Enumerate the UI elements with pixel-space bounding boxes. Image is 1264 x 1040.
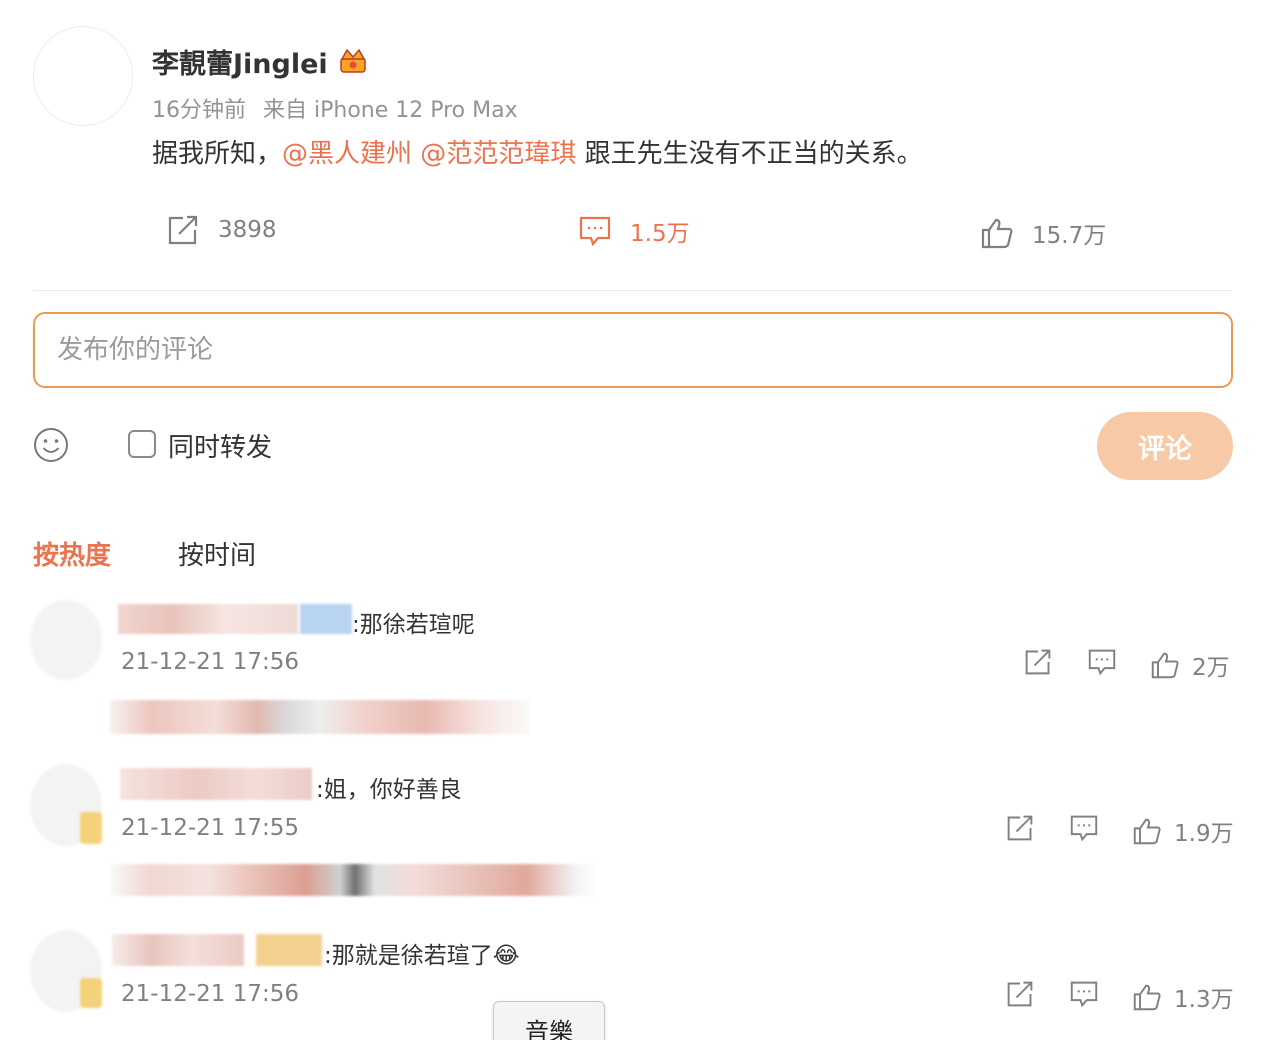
comment-icon (1070, 815, 1098, 842)
post-source: 来自 iPhone 12 Pro Max (263, 98, 518, 123)
mention-link[interactable]: @范范范瑋琪 (420, 139, 576, 169)
comment-time: 21-12-21 17:56 (121, 649, 299, 675)
music-tooltip[interactable]: 音樂 (493, 1001, 605, 1040)
repost-icon (1007, 815, 1033, 841)
submit-comment-button[interactable]: 评论 (1097, 412, 1233, 480)
post-text: 据我所知，@黑人建州 @范范范瑋琪 跟王先生没有不正当的关系。 (152, 133, 923, 170)
thumbs-up-icon (1133, 818, 1161, 845)
commenter-avatar[interactable] (30, 600, 102, 680)
comment-like-button[interactable]: 1.3万 (1132, 980, 1234, 1014)
comment-text: :姐，你好善良 (316, 777, 462, 803)
comment-count: 1.5万 (630, 221, 690, 247)
author-name[interactable]: 李靚蕾Jinglei (152, 42, 328, 81)
commenter-name[interactable] (120, 768, 312, 800)
post-meta: 16分钟前 来自 iPhone 12 Pro Max (152, 92, 518, 124)
thumbs-up-icon (1133, 984, 1161, 1011)
reply-preview[interactable] (110, 864, 600, 896)
repost-button[interactable]: 3898 (166, 214, 277, 246)
commenter-name[interactable] (118, 604, 298, 634)
post-text-suffix: 跟王先生没有不正当的关系。 (576, 139, 923, 169)
mention-link[interactable]: @黑人建州 (282, 139, 412, 169)
repost-icon (168, 215, 198, 245)
comment-reply-button[interactable] (1087, 648, 1129, 676)
author-avatar[interactable] (33, 26, 133, 126)
comment-reply-button[interactable] (1069, 980, 1111, 1008)
comment-repost-button[interactable] (1023, 648, 1065, 676)
comment-like-button[interactable]: 1.9万 (1132, 814, 1234, 848)
comment-icon (579, 216, 611, 247)
also-repost-label[interactable]: 同时转发 (168, 427, 272, 464)
comment-like-count: 2万 (1192, 655, 1230, 681)
repost-icon (1007, 981, 1033, 1007)
repost-count: 3898 (218, 217, 277, 243)
comment-time: 21-12-21 17:56 (121, 981, 299, 1007)
post-text-prefix: 据我所知， (152, 139, 283, 169)
also-repost-checkbox[interactable] (128, 430, 156, 458)
post-time: 16分钟前 (152, 98, 246, 123)
thumbs-up-icon (1151, 652, 1179, 679)
commenter-badge (80, 812, 102, 844)
commenter-name[interactable] (112, 934, 244, 966)
emoji-icon[interactable] (33, 427, 69, 463)
comment-repost-button[interactable] (1005, 980, 1047, 1008)
like-count: 15.7万 (1032, 223, 1107, 249)
comment-like-count: 1.9万 (1174, 821, 1234, 847)
commenter-badge (300, 604, 352, 634)
reply-preview[interactable] (110, 700, 530, 734)
comment-icon (1070, 981, 1098, 1008)
comment-reply-button[interactable] (1069, 814, 1111, 842)
comment-icon (1088, 649, 1116, 676)
tab-sort-time[interactable]: 按时间 (178, 535, 256, 572)
repost-icon (1025, 649, 1051, 675)
vip-crown-icon (340, 48, 366, 73)
comment-text: :那徐若瑄呢 (352, 612, 475, 638)
divider (33, 290, 1232, 291)
thumbs-up-icon (981, 218, 1013, 249)
comment-text: :那就是徐若瑄了😂 (324, 943, 520, 969)
comment-input[interactable] (33, 312, 1233, 388)
commenter-badge (256, 934, 322, 966)
comment-like-count: 1.3万 (1174, 987, 1234, 1013)
comment-repost-button[interactable] (1005, 814, 1047, 842)
commenter-badge (80, 978, 102, 1008)
comment-button[interactable]: 1.5万 (578, 214, 690, 248)
like-button[interactable]: 15.7万 (980, 216, 1106, 250)
comment-time: 21-12-21 17:55 (121, 815, 299, 841)
tab-sort-hot[interactable]: 按热度 (33, 535, 111, 572)
comment-like-button[interactable]: 2万 (1150, 648, 1230, 682)
